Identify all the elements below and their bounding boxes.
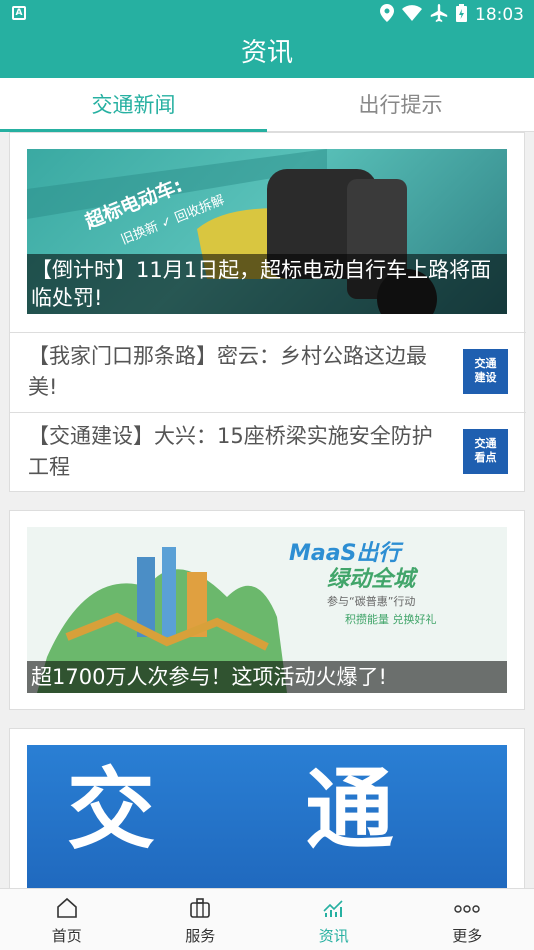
news-card: 超标电动车: 旧换新 ✓ 回收拆解 【倒计时】11月1日起，超标电动自行车上路将… [9, 132, 526, 492]
news-banner[interactable]: 超标电动车: 旧换新 ✓ 回收拆解 【倒计时】11月1日起，超标电动自行车上路将… [27, 149, 507, 314]
location-icon [380, 4, 394, 26]
more-dots-icon [401, 897, 534, 925]
wifi-icon [402, 5, 422, 25]
banner-image-subtitle: 参与“碳普惠”行动 [327, 595, 416, 608]
nav-home[interactable]: 首页 [0, 889, 134, 950]
banner-caption: 【倒计时】11月1日起，超标电动自行车上路将面临处罚! [27, 254, 507, 314]
tab-traffic-news[interactable]: 交通新闻 [0, 78, 267, 132]
news-card: 交 通 [9, 728, 525, 888]
news-card: MaaS出行 绿动全城 参与“碳普惠”行动 积攒能量 兑换好礼 超1700万人次… [9, 510, 525, 710]
nav-services-label: 服务 [185, 927, 216, 945]
airplane-icon [430, 4, 448, 26]
notification-icon: A [12, 6, 26, 20]
news-chart-icon [267, 897, 401, 925]
news-feed[interactable]: 超标电动车: 旧换新 ✓ 回收拆解 【倒计时】11月1日起，超标电动自行车上路将… [0, 132, 534, 888]
news-banner[interactable]: MaaS出行 绿动全城 参与“碳普惠”行动 积攒能量 兑换好礼 超1700万人次… [27, 527, 507, 693]
banner-image-text: 交 通 [67, 758, 454, 861]
briefcase-icon [134, 897, 268, 925]
nav-home-label: 首页 [51, 927, 82, 945]
nav-more-label: 更多 [452, 927, 483, 945]
home-icon [0, 897, 134, 925]
banner-caption: 超1700万人次参与！这项活动火爆了! [27, 661, 507, 693]
list-item-title: 【交通建设】大兴：15座桥梁实施安全防护工程 [28, 424, 433, 479]
list-item[interactable]: 【我家门口那条路】密云：乡村公路这边最美! 交通 建设 [10, 332, 526, 412]
list-item-thumbnail: 交通 看点 [463, 429, 508, 474]
nav-news[interactable]: 资讯 [267, 889, 401, 950]
list-item[interactable]: 【交通建设】大兴：15座桥梁实施安全防护工程 交通 看点 [10, 412, 526, 492]
page-title: 资讯 [240, 38, 293, 68]
tab-bar: 交通新闻 出行提示 [0, 78, 534, 132]
battery-icon [456, 4, 467, 26]
list-item-title: 【我家门口那条路】密云：乡村公路这边最美! [28, 344, 427, 399]
nav-news-label: 资讯 [318, 927, 349, 945]
clock: 18:03 [475, 5, 524, 25]
tab-travel-tips[interactable]: 出行提示 [267, 78, 534, 131]
status-bar: A 18:03 [0, 0, 534, 28]
bottom-nav: 首页 服务 资讯 更多 [0, 888, 534, 950]
nav-services[interactable]: 服务 [134, 889, 268, 950]
nav-more[interactable]: 更多 [401, 889, 534, 950]
app-header: 资讯 [0, 28, 534, 78]
list-item-thumbnail: 交通 建设 [463, 349, 508, 394]
banner-image-title-2: 绿动全城 [327, 567, 416, 592]
banner-image-subtitle-2: 积攒能量 兑换好礼 [345, 613, 437, 626]
news-banner[interactable]: 交 通 [27, 745, 507, 888]
